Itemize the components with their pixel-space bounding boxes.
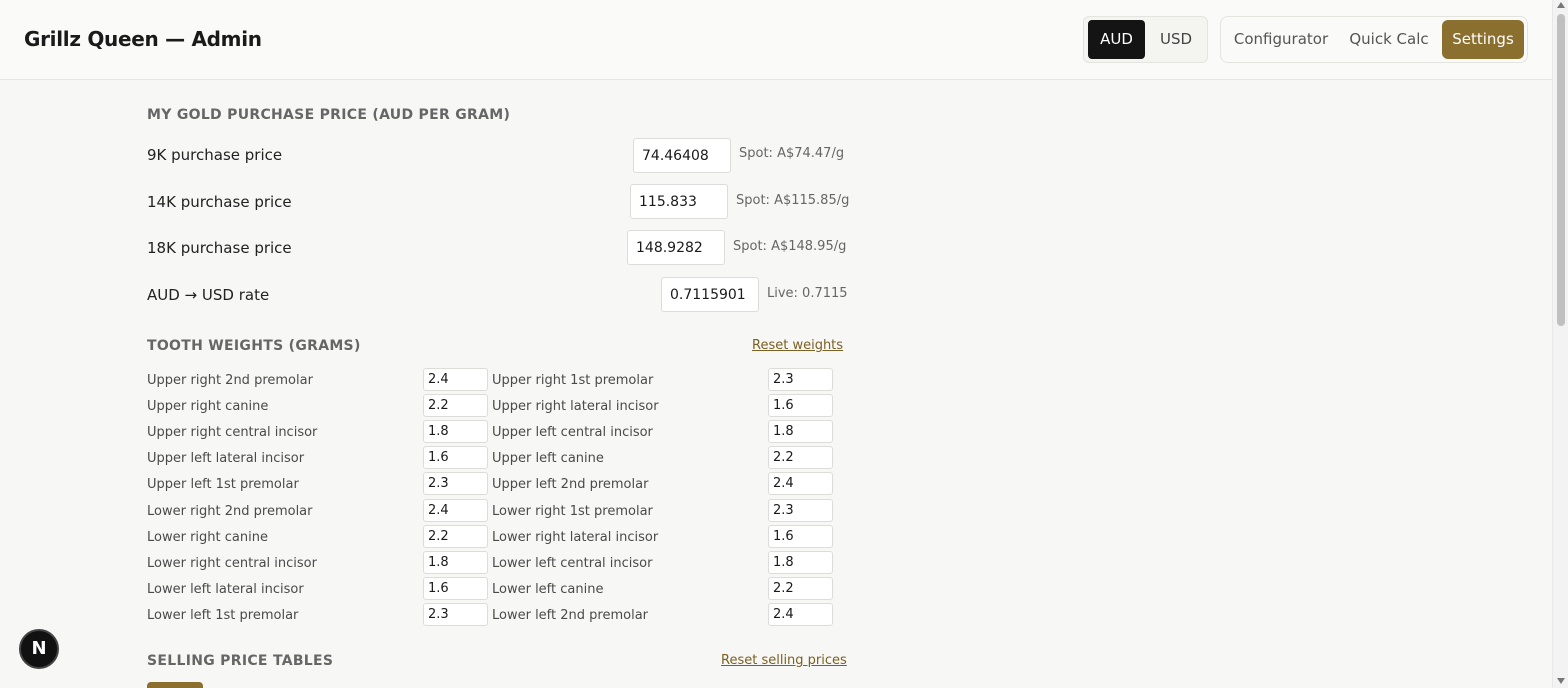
tooth-weight-label: Lower right central incisor xyxy=(147,555,317,571)
nav-configurator[interactable]: Configurator xyxy=(1225,20,1337,59)
gold-14k-label: 14K purchase price xyxy=(147,193,292,211)
tooth-weight-input[interactable] xyxy=(768,394,833,418)
tooth-weight-label: Lower right 2nd premolar xyxy=(147,503,313,519)
tooth-weight-input[interactable] xyxy=(423,420,488,444)
main-nav: Configurator Quick Calc Settings xyxy=(1220,16,1528,63)
gold-14k-input[interactable] xyxy=(630,184,728,219)
tooth-weight-label: Upper right canine xyxy=(147,399,269,415)
nav-settings[interactable]: Settings xyxy=(1442,20,1524,59)
tooth-weight-input[interactable] xyxy=(768,498,833,522)
gold-9k-spot: Spot: A$74.47/g xyxy=(739,146,845,161)
tooth-weight-label: Lower left canine xyxy=(492,581,604,597)
tooth-weight-input[interactable] xyxy=(423,524,488,548)
selling-table-tab[interactable] xyxy=(147,682,203,688)
tooth-weight-label: Lower left central incisor xyxy=(492,555,653,571)
tooth-weight-input[interactable] xyxy=(768,602,833,626)
tooth-weight-input[interactable] xyxy=(768,368,833,391)
app-header: Grillz Queen — Admin AUD USD Configurato… xyxy=(0,0,1552,80)
tooth-weights-section-title: TOOTH WEIGHTS (GRAMS) xyxy=(147,338,361,354)
tooth-weight-label: Lower right canine xyxy=(147,529,268,545)
app-title: Grillz Queen — Admin xyxy=(24,27,262,51)
tooth-weight-label: Upper left central incisor xyxy=(492,425,653,441)
tooth-weight-input[interactable] xyxy=(423,368,488,391)
tooth-weight-label: Lower left 2nd premolar xyxy=(492,607,649,623)
tooth-weight-input[interactable] xyxy=(768,446,833,470)
currency-usd-button[interactable]: USD xyxy=(1148,20,1204,59)
scroll-thumb[interactable] xyxy=(1557,14,1565,326)
tooth-weight-input[interactable] xyxy=(768,420,833,444)
tooth-weight-label: Lower left lateral incisor xyxy=(147,581,304,597)
tooth-weight-label: Upper left lateral incisor xyxy=(147,451,305,467)
tooth-weight-label: Lower right lateral incisor xyxy=(492,529,659,545)
tooth-weight-input[interactable] xyxy=(768,524,833,548)
gold-18k-label: 18K purchase price xyxy=(147,239,292,257)
gold-18k-input[interactable] xyxy=(627,230,725,265)
selling-price-section-title: SELLING PRICE TABLES xyxy=(147,653,334,669)
reset-weights-link[interactable]: Reset weights xyxy=(752,338,843,353)
tooth-weight-input[interactable] xyxy=(423,394,488,418)
tooth-weight-input[interactable] xyxy=(423,498,488,522)
gold-9k-input[interactable] xyxy=(633,138,731,173)
nav-quick-calc[interactable]: Quick Calc xyxy=(1341,20,1437,59)
tooth-weight-input[interactable] xyxy=(423,472,488,496)
tooth-weight-label: Upper right central incisor xyxy=(147,425,318,441)
tooth-weight-input[interactable] xyxy=(423,550,488,574)
tooth-weight-input[interactable] xyxy=(768,576,833,600)
tooth-weight-input[interactable] xyxy=(423,446,488,470)
tooth-weight-label: Upper left 1st premolar xyxy=(147,477,299,493)
aud-usd-rate-input[interactable] xyxy=(661,277,759,312)
scroll-down-arrow-icon[interactable] xyxy=(1557,678,1565,684)
currency-toggle: AUD USD xyxy=(1083,16,1208,63)
tooth-weight-label: Lower left 1st premolar xyxy=(147,607,299,623)
tooth-weight-input[interactable] xyxy=(423,576,488,600)
tooth-weight-input[interactable] xyxy=(768,472,833,496)
tooth-weight-label: Upper right 2nd premolar xyxy=(147,373,313,388)
tooth-weight-label: Upper right lateral incisor xyxy=(492,399,659,415)
tooth-weight-label: Lower right 1st premolar xyxy=(492,503,653,519)
currency-aud-button[interactable]: AUD xyxy=(1088,20,1145,59)
gold-14k-spot: Spot: A$115.85/g xyxy=(736,193,850,208)
tooth-weight-label: Upper left canine xyxy=(492,451,604,467)
reset-selling-prices-link[interactable]: Reset selling prices xyxy=(721,653,847,668)
tooth-weight-label: Upper right 1st premolar xyxy=(492,373,654,388)
page-scrollbar[interactable] xyxy=(1552,0,1568,688)
tooth-weight-input[interactable] xyxy=(768,550,833,574)
aud-usd-rate-label: AUD → USD rate xyxy=(147,286,270,304)
tooth-weight-label: Upper left 2nd premolar xyxy=(492,477,649,493)
scroll-up-arrow-icon[interactable] xyxy=(1557,2,1565,8)
aud-usd-live-rate: Live: 0.7115 xyxy=(767,286,848,301)
gold-9k-label: 9K purchase price xyxy=(147,146,283,164)
gold-18k-spot: Spot: A$148.95/g xyxy=(733,239,847,254)
gold-price-section-title: MY GOLD PURCHASE PRICE (AUD PER GRAM) xyxy=(147,107,511,123)
tooth-weight-input[interactable] xyxy=(423,602,488,626)
dev-tools-badge[interactable]: N xyxy=(19,629,59,669)
